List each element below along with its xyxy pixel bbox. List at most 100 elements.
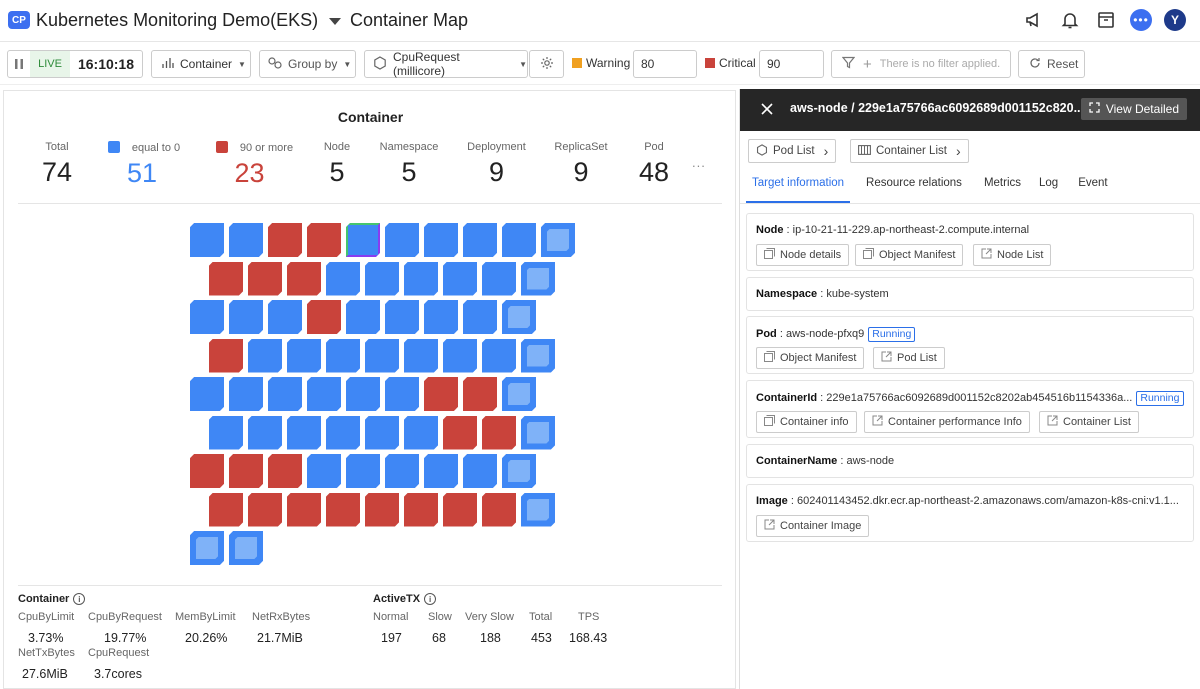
container-hex-critical[interactable] [287,492,321,527]
container-hex-critical[interactable] [443,492,477,527]
container-hex[interactable] [463,223,497,257]
container-performance-button[interactable]: Container performance Info [864,411,1030,433]
container-hex-critical[interactable] [443,415,477,450]
tab-event[interactable]: Event [1072,177,1113,203]
container-hex-critical[interactable] [268,223,302,257]
container-hex[interactable] [502,454,536,488]
container-dropdown[interactable]: Container ▼ [151,50,251,78]
container-hex-critical[interactable] [209,338,243,373]
pod-list-link-button[interactable]: Pod List [873,347,945,369]
container-hex-critical[interactable] [190,454,224,488]
container-hex[interactable] [443,261,477,296]
container-hex[interactable] [346,454,380,488]
container-hex[interactable] [268,300,302,334]
bell-icon[interactable] [1058,8,1082,32]
container-hex[interactable] [385,223,419,257]
node-list-button[interactable]: Node List [973,244,1052,266]
container-hex-critical[interactable] [268,454,302,488]
container-hex-critical[interactable] [248,261,282,296]
container-hex-critical[interactable] [209,492,243,527]
container-hex[interactable] [463,454,497,488]
container-hex[interactable] [365,415,399,450]
tab-log[interactable]: Log [1033,177,1064,203]
container-hex[interactable] [190,223,224,257]
container-hex-critical[interactable] [326,492,360,527]
chat-icon[interactable]: ••• [1130,9,1152,31]
container-hex-critical[interactable] [307,300,341,334]
container-hex[interactable] [502,377,536,411]
container-map[interactable] [4,91,737,571]
container-image-button[interactable]: Container Image [756,515,870,537]
container-hex[interactable] [365,261,399,296]
container-list-link-button[interactable]: Container List [1039,411,1139,433]
container-hex[interactable] [521,338,555,373]
reset-button[interactable]: Reset [1018,50,1085,78]
container-hex[interactable] [404,338,438,373]
container-hex[interactable] [268,377,302,411]
tab-target-information[interactable]: Target information [746,177,851,203]
close-icon[interactable] [760,102,774,121]
container-hex-critical[interactable] [209,261,243,296]
container-hex-critical[interactable] [424,377,458,411]
container-hex[interactable] [326,338,360,373]
container-hex[interactable] [248,415,282,450]
metric-dropdown[interactable]: CpuRequest (millicore) ▼ [364,50,528,78]
container-hex-critical[interactable] [287,261,321,296]
critical-threshold-input[interactable]: 90 [759,50,824,78]
info-icon[interactable]: i [424,593,437,605]
tab-metrics[interactable]: Metrics [978,177,1027,203]
container-hex[interactable] [404,415,438,450]
container-hex[interactable] [287,338,321,373]
container-hex[interactable] [346,300,380,334]
filter-bar[interactable]: + There is no filter applied. [831,50,1011,78]
container-list-button[interactable]: Container List › [850,139,969,163]
container-hex[interactable] [424,454,458,488]
megaphone-icon[interactable] [1022,8,1046,32]
info-icon[interactable]: i [73,593,86,605]
container-hex[interactable] [326,415,360,450]
container-hex[interactable] [307,377,341,411]
container-hex-critical[interactable] [404,492,438,527]
container-hex-critical[interactable] [482,492,516,527]
live-control[interactable]: LIVE 16:10:18 [7,50,143,78]
container-hex[interactable] [482,261,516,296]
warning-threshold-input[interactable]: 80 [633,50,697,78]
container-hex[interactable] [190,377,224,411]
container-hex-critical[interactable] [229,454,263,488]
tab-resource-relations[interactable]: Resource relations [860,177,968,203]
container-hex-critical[interactable] [365,492,399,527]
group-by-dropdown[interactable]: Group by ▼ [259,50,356,78]
container-hex[interactable] [541,223,575,257]
container-info-button[interactable]: Container info [756,411,857,433]
container-hex[interactable] [385,454,419,488]
container-hex[interactable] [385,377,419,411]
container-hex[interactable] [424,300,458,334]
container-hex[interactable] [385,300,419,334]
container-hex[interactable] [326,261,360,296]
container-hex[interactable] [190,300,224,334]
container-hex[interactable] [482,338,516,373]
container-hex[interactable] [463,300,497,334]
node-details-button[interactable]: Node details [756,244,850,266]
container-hex-critical[interactable] [482,415,516,450]
container-hex[interactable] [248,338,282,373]
pod-list-button[interactable]: Pod List › [748,139,837,163]
container-hex[interactable] [307,454,341,488]
view-detailed-button[interactable]: View Detailed [1080,98,1187,120]
container-hex[interactable] [229,300,263,334]
container-hex[interactable] [521,492,555,527]
container-hex-critical[interactable] [463,377,497,411]
container-hex[interactable] [424,223,458,257]
archive-icon[interactable] [1094,8,1118,32]
container-hex[interactable] [521,415,555,450]
container-hex[interactable] [190,531,224,565]
container-hex[interactable] [443,338,477,373]
container-hex[interactable] [229,223,263,257]
container-hex[interactable] [404,261,438,296]
container-hex-critical[interactable] [248,492,282,527]
avatar[interactable]: Y [1164,9,1186,31]
chevron-down-icon[interactable] [329,18,341,25]
container-hex[interactable] [229,531,263,565]
container-hex[interactable] [346,377,380,411]
container-hex[interactable] [229,377,263,411]
